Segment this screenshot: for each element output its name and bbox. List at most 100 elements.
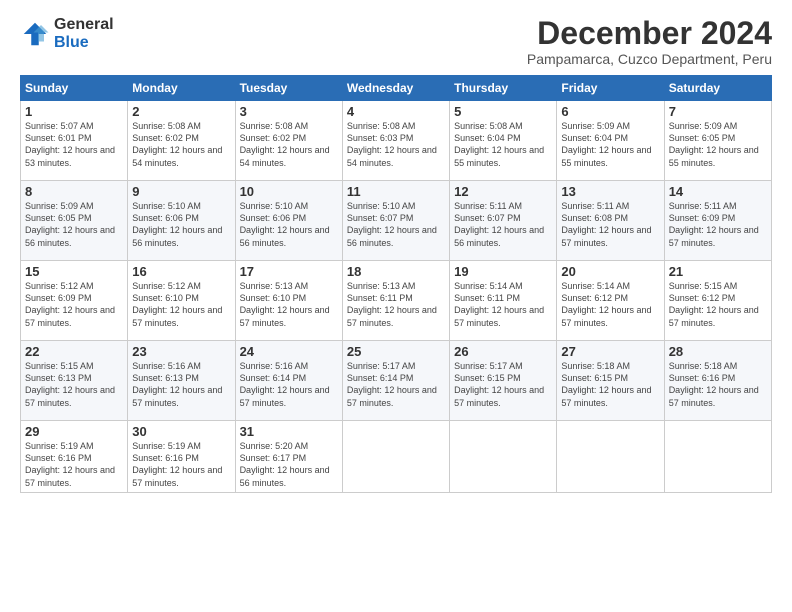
calendar-cell: 17Sunrise: 5:13 AMSunset: 6:10 PMDayligh…	[235, 261, 342, 341]
calendar-cell: 5Sunrise: 5:08 AMSunset: 6:04 PMDaylight…	[450, 101, 557, 181]
day-info: Sunrise: 5:18 AMSunset: 6:16 PMDaylight:…	[669, 360, 767, 409]
day-number: 31	[240, 424, 338, 439]
day-number: 20	[561, 264, 659, 279]
day-info: Sunrise: 5:08 AMSunset: 6:02 PMDaylight:…	[132, 120, 230, 169]
day-info: Sunrise: 5:12 AMSunset: 6:10 PMDaylight:…	[132, 280, 230, 329]
logo-blue: Blue	[54, 34, 114, 52]
day-number: 17	[240, 264, 338, 279]
day-info: Sunrise: 5:13 AMSunset: 6:11 PMDaylight:…	[347, 280, 445, 329]
day-number: 2	[132, 104, 230, 119]
calendar-cell	[450, 421, 557, 493]
weekday-header-sunday: Sunday	[21, 76, 128, 101]
day-number: 28	[669, 344, 767, 359]
day-info: Sunrise: 5:15 AMSunset: 6:13 PMDaylight:…	[25, 360, 123, 409]
calendar-cell: 13Sunrise: 5:11 AMSunset: 6:08 PMDayligh…	[557, 181, 664, 261]
header: General Blue December 2024 Pampamarca, C…	[20, 16, 772, 67]
calendar-cell: 24Sunrise: 5:16 AMSunset: 6:14 PMDayligh…	[235, 341, 342, 421]
day-number: 30	[132, 424, 230, 439]
weekday-header-friday: Friday	[557, 76, 664, 101]
calendar-table: SundayMondayTuesdayWednesdayThursdayFrid…	[20, 75, 772, 493]
day-number: 14	[669, 184, 767, 199]
weekday-header-saturday: Saturday	[664, 76, 771, 101]
calendar-cell: 6Sunrise: 5:09 AMSunset: 6:04 PMDaylight…	[557, 101, 664, 181]
calendar-week-1: 1Sunrise: 5:07 AMSunset: 6:01 PMDaylight…	[21, 101, 772, 181]
day-info: Sunrise: 5:16 AMSunset: 6:13 PMDaylight:…	[132, 360, 230, 409]
calendar-cell: 9Sunrise: 5:10 AMSunset: 6:06 PMDaylight…	[128, 181, 235, 261]
day-number: 5	[454, 104, 552, 119]
day-number: 22	[25, 344, 123, 359]
calendar-cell	[664, 421, 771, 493]
weekday-header-monday: Monday	[128, 76, 235, 101]
logo-general: General	[54, 16, 114, 34]
day-info: Sunrise: 5:09 AMSunset: 6:05 PMDaylight:…	[25, 200, 123, 249]
calendar-cell: 1Sunrise: 5:07 AMSunset: 6:01 PMDaylight…	[21, 101, 128, 181]
day-info: Sunrise: 5:08 AMSunset: 6:02 PMDaylight:…	[240, 120, 338, 169]
calendar-cell: 22Sunrise: 5:15 AMSunset: 6:13 PMDayligh…	[21, 341, 128, 421]
calendar-cell: 18Sunrise: 5:13 AMSunset: 6:11 PMDayligh…	[342, 261, 449, 341]
day-number: 29	[25, 424, 123, 439]
calendar-cell: 7Sunrise: 5:09 AMSunset: 6:05 PMDaylight…	[664, 101, 771, 181]
day-info: Sunrise: 5:10 AMSunset: 6:07 PMDaylight:…	[347, 200, 445, 249]
page: General Blue December 2024 Pampamarca, C…	[0, 0, 792, 612]
day-info: Sunrise: 5:08 AMSunset: 6:03 PMDaylight:…	[347, 120, 445, 169]
calendar-week-2: 8Sunrise: 5:09 AMSunset: 6:05 PMDaylight…	[21, 181, 772, 261]
calendar-cell: 31Sunrise: 5:20 AMSunset: 6:17 PMDayligh…	[235, 421, 342, 493]
day-info: Sunrise: 5:18 AMSunset: 6:15 PMDaylight:…	[561, 360, 659, 409]
weekday-header-row: SundayMondayTuesdayWednesdayThursdayFrid…	[21, 76, 772, 101]
calendar-cell: 26Sunrise: 5:17 AMSunset: 6:15 PMDayligh…	[450, 341, 557, 421]
day-info: Sunrise: 5:14 AMSunset: 6:12 PMDaylight:…	[561, 280, 659, 329]
day-info: Sunrise: 5:19 AMSunset: 6:16 PMDaylight:…	[132, 440, 230, 489]
day-number: 11	[347, 184, 445, 199]
logo: General Blue	[20, 16, 114, 51]
day-info: Sunrise: 5:20 AMSunset: 6:17 PMDaylight:…	[240, 440, 338, 489]
day-number: 6	[561, 104, 659, 119]
day-number: 13	[561, 184, 659, 199]
day-info: Sunrise: 5:17 AMSunset: 6:14 PMDaylight:…	[347, 360, 445, 409]
day-number: 3	[240, 104, 338, 119]
calendar-cell: 3Sunrise: 5:08 AMSunset: 6:02 PMDaylight…	[235, 101, 342, 181]
day-number: 4	[347, 104, 445, 119]
calendar-header: SundayMondayTuesdayWednesdayThursdayFrid…	[21, 76, 772, 101]
day-info: Sunrise: 5:09 AMSunset: 6:04 PMDaylight:…	[561, 120, 659, 169]
day-info: Sunrise: 5:07 AMSunset: 6:01 PMDaylight:…	[25, 120, 123, 169]
day-info: Sunrise: 5:08 AMSunset: 6:04 PMDaylight:…	[454, 120, 552, 169]
day-info: Sunrise: 5:11 AMSunset: 6:07 PMDaylight:…	[454, 200, 552, 249]
day-number: 26	[454, 344, 552, 359]
calendar-cell: 27Sunrise: 5:18 AMSunset: 6:15 PMDayligh…	[557, 341, 664, 421]
calendar-week-5: 29Sunrise: 5:19 AMSunset: 6:16 PMDayligh…	[21, 421, 772, 493]
calendar-cell: 15Sunrise: 5:12 AMSunset: 6:09 PMDayligh…	[21, 261, 128, 341]
day-number: 15	[25, 264, 123, 279]
day-info: Sunrise: 5:10 AMSunset: 6:06 PMDaylight:…	[132, 200, 230, 249]
weekday-header-thursday: Thursday	[450, 76, 557, 101]
logo-text: General Blue	[54, 16, 114, 51]
calendar-cell: 28Sunrise: 5:18 AMSunset: 6:16 PMDayligh…	[664, 341, 771, 421]
day-info: Sunrise: 5:19 AMSunset: 6:16 PMDaylight:…	[25, 440, 123, 489]
calendar-cell: 8Sunrise: 5:09 AMSunset: 6:05 PMDaylight…	[21, 181, 128, 261]
calendar-cell: 4Sunrise: 5:08 AMSunset: 6:03 PMDaylight…	[342, 101, 449, 181]
day-info: Sunrise: 5:11 AMSunset: 6:08 PMDaylight:…	[561, 200, 659, 249]
day-number: 10	[240, 184, 338, 199]
calendar-cell	[342, 421, 449, 493]
day-info: Sunrise: 5:15 AMSunset: 6:12 PMDaylight:…	[669, 280, 767, 329]
day-number: 7	[669, 104, 767, 119]
day-number: 21	[669, 264, 767, 279]
weekday-header-wednesday: Wednesday	[342, 76, 449, 101]
day-number: 25	[347, 344, 445, 359]
day-info: Sunrise: 5:12 AMSunset: 6:09 PMDaylight:…	[25, 280, 123, 329]
day-info: Sunrise: 5:10 AMSunset: 6:06 PMDaylight:…	[240, 200, 338, 249]
calendar-week-3: 15Sunrise: 5:12 AMSunset: 6:09 PMDayligh…	[21, 261, 772, 341]
day-info: Sunrise: 5:11 AMSunset: 6:09 PMDaylight:…	[669, 200, 767, 249]
calendar-body: 1Sunrise: 5:07 AMSunset: 6:01 PMDaylight…	[21, 101, 772, 493]
day-number: 18	[347, 264, 445, 279]
day-info: Sunrise: 5:17 AMSunset: 6:15 PMDaylight:…	[454, 360, 552, 409]
day-info: Sunrise: 5:16 AMSunset: 6:14 PMDaylight:…	[240, 360, 338, 409]
day-number: 27	[561, 344, 659, 359]
calendar-cell: 25Sunrise: 5:17 AMSunset: 6:14 PMDayligh…	[342, 341, 449, 421]
weekday-header-tuesday: Tuesday	[235, 76, 342, 101]
calendar-cell: 23Sunrise: 5:16 AMSunset: 6:13 PMDayligh…	[128, 341, 235, 421]
calendar-cell: 2Sunrise: 5:08 AMSunset: 6:02 PMDaylight…	[128, 101, 235, 181]
day-number: 16	[132, 264, 230, 279]
calendar-cell: 19Sunrise: 5:14 AMSunset: 6:11 PMDayligh…	[450, 261, 557, 341]
day-number: 9	[132, 184, 230, 199]
day-info: Sunrise: 5:09 AMSunset: 6:05 PMDaylight:…	[669, 120, 767, 169]
